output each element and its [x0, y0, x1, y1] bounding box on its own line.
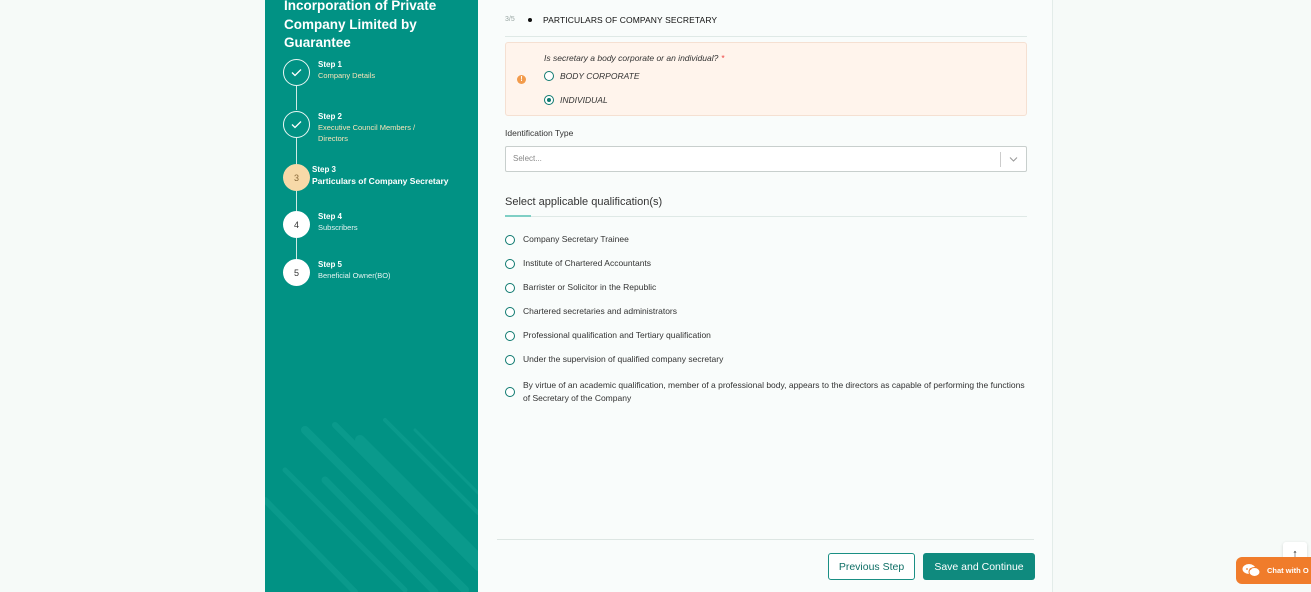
- qualification-label: Company Secretary Trainee: [523, 234, 629, 244]
- chat-widget-button[interactable]: Chat with O: [1236, 557, 1311, 584]
- step-5-text: Step 5 Beneficial Owner(BO): [318, 258, 391, 282]
- footer-divider: [497, 539, 1034, 540]
- qualification-label: Chartered secretaries and administrators: [523, 306, 678, 316]
- step-name: Subscribers: [318, 223, 358, 232]
- chat-label: Chat with O: [1267, 566, 1309, 575]
- radio-button[interactable]: [544, 71, 554, 81]
- radio-label: BODY CORPORATE: [560, 71, 640, 81]
- previous-step-button[interactable]: Previous Step: [828, 553, 915, 580]
- qualification-label: Barrister or Solicitor in the Republic: [523, 282, 657, 292]
- qualification-option[interactable]: Under the supervision of qualified compa…: [505, 354, 1030, 366]
- qualification-label: Professional qualification and Tertiary …: [523, 330, 711, 340]
- qualification-option[interactable]: By virtue of an academic qualification, …: [505, 379, 1030, 405]
- radio-body-corporate[interactable]: BODY CORPORATE: [544, 71, 640, 81]
- step-number: Step 1: [318, 60, 343, 69]
- checkmark-icon: [283, 59, 310, 86]
- step-connector: [296, 86, 297, 110]
- step-number: Step 2: [318, 112, 343, 121]
- checkbox[interactable]: [505, 283, 515, 293]
- section-count: 3/5: [505, 16, 515, 23]
- save-and-continue-button[interactable]: Save and Continue: [923, 553, 1035, 580]
- qualification-option[interactable]: Barrister or Solicitor in the Republic: [505, 282, 1030, 294]
- step-badge: 3: [283, 164, 310, 191]
- checkbox[interactable]: [505, 235, 515, 245]
- step-name: Particulars of Company Secretary: [312, 176, 449, 186]
- step-name: Beneficial Owner(BO): [318, 271, 391, 280]
- secretary-type-question: ! Is secretary a body corporate or an in…: [505, 42, 1027, 116]
- checkbox[interactable]: [505, 387, 515, 397]
- identification-type-select[interactable]: Select...: [505, 146, 1027, 172]
- section-title: PARTICULARS OF COMPANY SECRETARY: [543, 15, 718, 25]
- qualification-label: By virtue of an academic qualification, …: [523, 380, 1025, 403]
- bullet-icon: [528, 18, 532, 22]
- step-number: Step 4: [318, 212, 343, 221]
- checkbox[interactable]: [505, 259, 515, 269]
- radio-individual[interactable]: INDIVIDUAL: [544, 95, 608, 105]
- checkbox[interactable]: [505, 355, 515, 365]
- title-underline: [505, 215, 531, 217]
- step-connector: [296, 190, 297, 212]
- step-4-text: Step 4 Subscribers: [318, 210, 358, 234]
- required-mark: *: [721, 53, 725, 63]
- radio-button[interactable]: [544, 95, 554, 105]
- qualification-option[interactable]: Company Secretary Trainee: [505, 234, 1030, 246]
- checkbox[interactable]: [505, 331, 515, 341]
- select-placeholder: Select...: [513, 154, 542, 163]
- qualification-option[interactable]: Institute of Chartered Accountants: [505, 258, 1030, 270]
- step-number: Step 5: [318, 260, 343, 269]
- checkmark-icon: [283, 111, 310, 138]
- step-1-text: Step 1 Company Details: [318, 58, 375, 82]
- radio-label: INDIVIDUAL: [560, 95, 608, 105]
- step-3-text: Step 3 Particulars of Company Secretary: [312, 163, 449, 187]
- warning-icon: !: [517, 75, 526, 84]
- question-label: Is secretary a body corporate or an indi…: [544, 53, 725, 63]
- qualifications-title: Select applicable qualification(s): [505, 196, 663, 208]
- step-name: Company Details: [318, 71, 376, 80]
- step-badge: 4: [283, 211, 310, 238]
- chevron-down-icon[interactable]: [1009, 153, 1019, 165]
- select-separator: [1000, 152, 1001, 167]
- qualification-option[interactable]: Chartered secretaries and administrators: [505, 306, 1030, 318]
- qualification-option[interactable]: Professional qualification and Tertiary …: [505, 330, 1030, 342]
- wizard-title: Incorporation of Private Company Limited…: [284, 0, 437, 50]
- form-panel: 3/5 PARTICULARS OF COMPANY SECRETARY ! I…: [478, 0, 1053, 592]
- step-connector: [296, 238, 297, 260]
- step-2-text: Step 2 Executive Council Members / Direc…: [318, 110, 438, 144]
- step-badge: 5: [283, 259, 310, 286]
- wizard-sidebar: Incorporation of Private Company Limited…: [265, 0, 478, 592]
- identification-type-label: Identification Type: [505, 128, 574, 138]
- checkbox[interactable]: [505, 307, 515, 317]
- qualification-label: Under the supervision of qualified compa…: [523, 354, 724, 364]
- qualification-label: Institute of Chartered Accountants: [523, 258, 652, 268]
- question-text: Is secretary a body corporate or an indi…: [544, 53, 719, 63]
- chat-icon: [1242, 564, 1261, 577]
- step-connector: [296, 138, 297, 164]
- section-header: 3/5 PARTICULARS OF COMPANY SECRETARY: [505, 14, 1027, 37]
- qualifications-header: Select applicable qualification(s): [505, 195, 1027, 217]
- step-number: Step 3: [312, 165, 337, 174]
- step-name: Executive Council Members / Directors: [318, 123, 416, 143]
